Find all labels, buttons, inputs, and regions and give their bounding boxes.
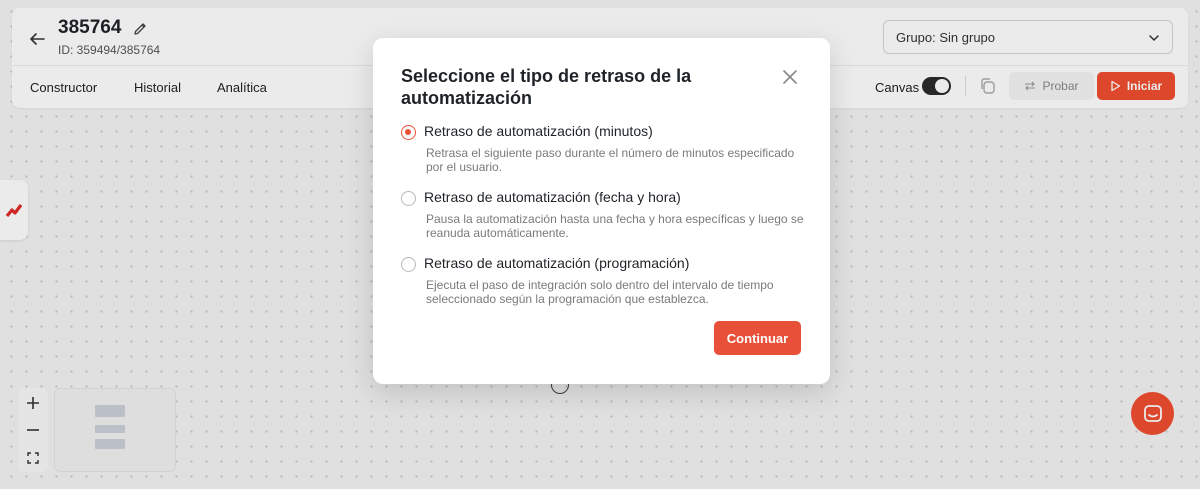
close-icon[interactable] — [781, 68, 799, 86]
option-label: Retraso de automatización (programación) — [424, 255, 690, 271]
continue-button[interactable]: Continuar — [714, 321, 801, 355]
option-label: Retraso de automatización (minutos) — [424, 123, 653, 139]
option-description: Ejecuta el paso de integración solo dent… — [426, 278, 774, 306]
option-description: Retrasa el siguiente paso durante el núm… — [426, 146, 795, 174]
option-programacion[interactable]: Retraso de automatización (programación)… — [401, 255, 801, 310]
option-description: Pausa la automatización hasta una fecha … — [426, 212, 804, 240]
option-minutos[interactable]: Retraso de automatización (minutos) Retr… — [401, 123, 801, 178]
modal-title: Seleccione el tipo de retraso de la auto… — [401, 66, 692, 108]
radio-fecha-hora[interactable] — [401, 191, 416, 206]
option-label: Retraso de automatización (fecha y hora) — [424, 189, 681, 205]
option-fecha-hora[interactable]: Retraso de automatización (fecha y hora)… — [401, 189, 804, 244]
radio-programacion[interactable] — [401, 257, 416, 272]
radio-minutos[interactable] — [401, 125, 416, 140]
delay-type-modal: Seleccione el tipo de retraso de la auto… — [373, 38, 830, 384]
